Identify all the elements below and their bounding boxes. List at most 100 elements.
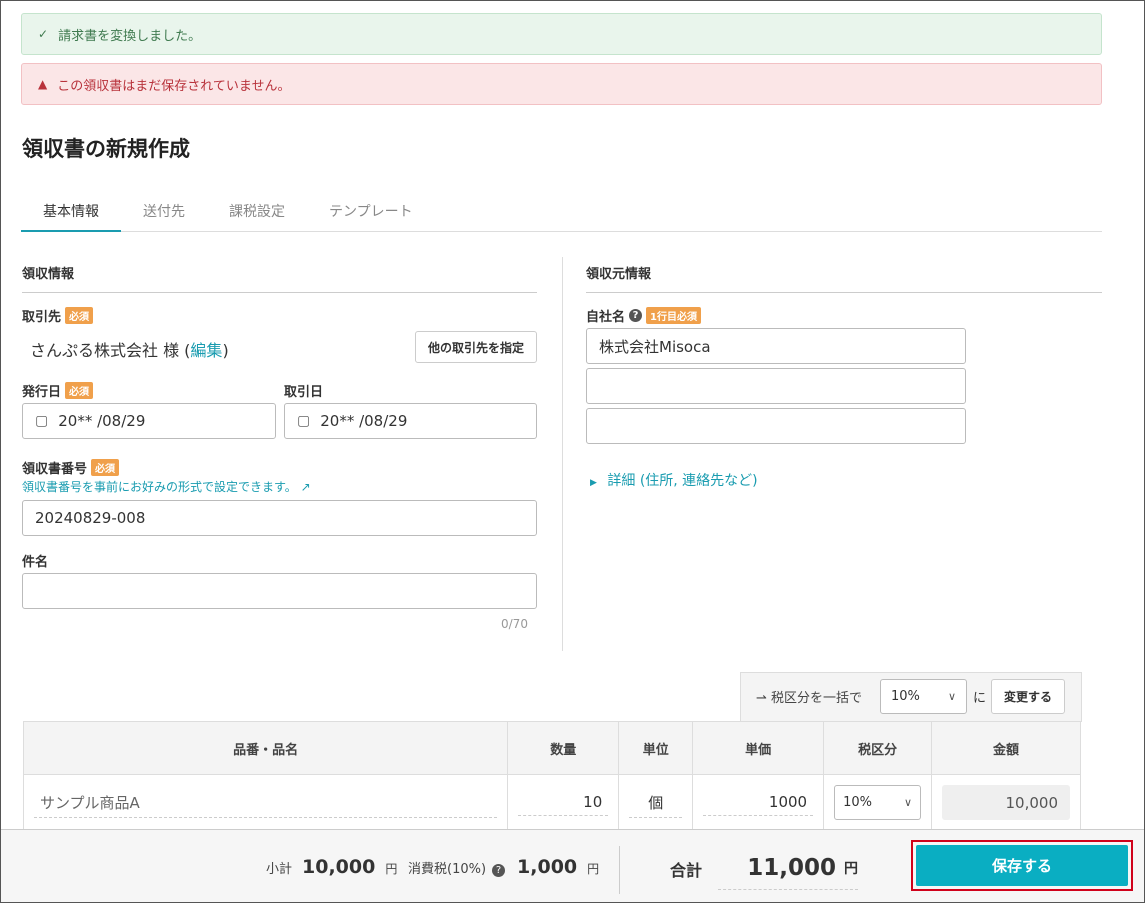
table-header-row: 品番・品名 数量 単位 単価 税区分 金額 [22,721,1081,775]
tab-basic-info[interactable]: 基本情報 [21,193,121,232]
company-name-line3[interactable] [586,408,966,444]
success-alert: ✓ 請求書を変換しました。 [21,13,1102,55]
client-label: 取引先 必須 [22,306,94,325]
save-button-highlight: 保存する [911,840,1133,891]
item-name-input[interactable]: サンプル商品A [34,788,498,818]
unit-cell: 個 [618,774,694,831]
warning-icon: ▲ [38,77,48,91]
receipt-number-input[interactable]: 20240829-008 [22,500,537,536]
company-name-line2[interactable] [586,368,966,404]
total-group: 11,000 円 [718,846,858,890]
check-icon: ✓ [38,27,49,41]
tax-select[interactable]: 10% ∨ [834,785,922,820]
swap-icon: ⇀ [756,691,767,706]
trade-date-label-text: 取引日 [284,385,324,400]
col-tax-category: 税区分 [823,721,933,775]
warning-alert-text: この領収書はまだ保存されていません。 [57,78,291,94]
quantity-cell: 10 [507,774,620,831]
receipt-number-hint-link[interactable]: 領収書番号を事前にお好みの形式で設定できます。 ↗ [22,478,311,495]
company-name-label: 自社名 ? 1行目必須 [586,306,701,325]
tab-recipient[interactable]: 送付先 [121,193,207,232]
tax-select-value: 10% [843,795,873,810]
amount-value: 10,000 [942,785,1070,820]
required-badge: 必須 [91,459,120,476]
edit-client-link[interactable]: 編集 [190,341,222,360]
issue-date-label-text: 発行日 [22,385,62,400]
page-title: 領収書の新規作成 [22,137,190,161]
apply-tax-button[interactable]: 変更する [991,679,1065,714]
issue-date-label: 発行日 必須 [22,381,94,400]
tab-tax-settings[interactable]: 課税設定 [207,193,307,232]
col-unit: 単位 [618,721,694,775]
totals-footer: 小計 10,000 円 消費税(10%) ? 1,000 円 合計 11,000… [1,829,1144,902]
required-badge: 必須 [65,382,94,399]
subject-label: 件名 [22,555,49,570]
tax-label: 消費税(10%) [408,862,487,877]
company-name-line1[interactable]: 株式会社Misoca [586,328,966,364]
amount-cell: 10,000 [931,774,1081,831]
bulk-tax-selected: 10% [891,689,920,704]
save-button[interactable]: 保存する [916,845,1128,886]
receipt-number-hint-text: 領収書番号を事前にお好みの形式で設定できます。 [22,480,297,494]
bulk-tax-suffix: に [973,691,987,706]
company-name-label-text: 自社名 [586,310,626,325]
chevron-down-icon: ∨ [903,796,913,809]
subject-input[interactable] [22,573,537,609]
quantity-input[interactable]: 10 [518,789,609,816]
issue-date-value: 20** /08/29 [58,412,146,430]
receipt-info-heading: 領収情報 [22,263,537,293]
col-unit-price: 単価 [692,721,825,775]
details-toggle[interactable]: ▶ 詳細 (住所, 連絡先など) [590,470,758,490]
col-item-name: 品番・品名 [22,721,509,775]
trade-date-value: 20** /08/29 [320,412,408,430]
trade-date-label: 取引日 [284,381,323,400]
total-yen: 円 [844,860,858,877]
bulk-tax-label: ⇀ 税区分を一括で [756,687,862,706]
issue-date-input[interactable]: ▢ 20** /08/29 [22,403,276,439]
chevron-down-icon: ∨ [947,690,956,703]
total-value: 11,000 [747,854,836,881]
warning-alert: ▲ この領収書はまだ保存されていません。 [21,63,1102,105]
subtotal-label: 小計 [266,862,293,877]
table-row: サンプル商品A 10 個 1000 10% ∨ 10,000 [22,774,1081,831]
items-table: 品番・品名 数量 単位 単価 税区分 金額 サンプル商品A 10 個 1000 [22,721,1081,831]
subject-char-count: 0/70 [501,617,528,631]
tax-group: 消費税(10%) ? 1,000 円 [408,856,599,878]
caret-right-icon: ▶ [590,478,597,488]
client-name-text: さんぷる株式会社 様 ( [30,341,191,360]
unit-input[interactable]: 個 [629,788,683,818]
tab-template[interactable]: テンプレート [307,193,435,232]
client-name: さんぷる株式会社 様 (編集) [30,337,229,361]
subtotal-group: 小計 10,000 円 [266,856,397,878]
unit-price-cell: 1000 [692,774,825,831]
client-label-text: 取引先 [22,310,62,325]
receipt-number-label-text: 領収書番号 [22,462,88,477]
calendar-icon: ▢ [35,413,49,429]
client-name-close: ) [222,341,229,360]
help-icon[interactable]: ? [629,309,643,322]
section-divider [562,257,563,651]
required-badge: 1行目必須 [646,307,701,324]
item-name-cell: サンプル商品A [22,774,509,831]
footer-divider [619,846,620,894]
subtotal-yen: 円 [385,862,398,876]
success-alert-text: 請求書を変換しました。 [58,28,202,44]
calendar-icon: ▢ [297,413,311,429]
bulk-tax-select[interactable]: 10% ∨ [880,679,967,714]
bulk-tax-label-text: 税区分を一括で [771,691,863,706]
details-toggle-text: 詳細 (住所, 連絡先など) [607,473,758,489]
total-label: 合計 [670,861,703,880]
unit-price-input[interactable]: 1000 [703,789,814,816]
other-client-button[interactable]: 他の取引先を指定 [415,331,537,363]
subtotal-value: 10,000 [302,856,376,878]
tax-cell: 10% ∨ [823,774,933,831]
tax-value: 1,000 [517,856,578,878]
trade-date-input[interactable]: ▢ 20** /08/29 [284,403,537,439]
help-icon[interactable]: ? [492,864,506,877]
col-amount: 金額 [931,721,1081,775]
tab-bar: 基本情報 送付先 課税設定 テンプレート [21,193,1102,232]
issuer-info-heading: 領収元情報 [586,263,1102,293]
tax-yen: 円 [587,862,600,876]
col-quantity: 数量 [507,721,620,775]
receipt-number-label: 領収書番号 必須 [22,458,120,477]
